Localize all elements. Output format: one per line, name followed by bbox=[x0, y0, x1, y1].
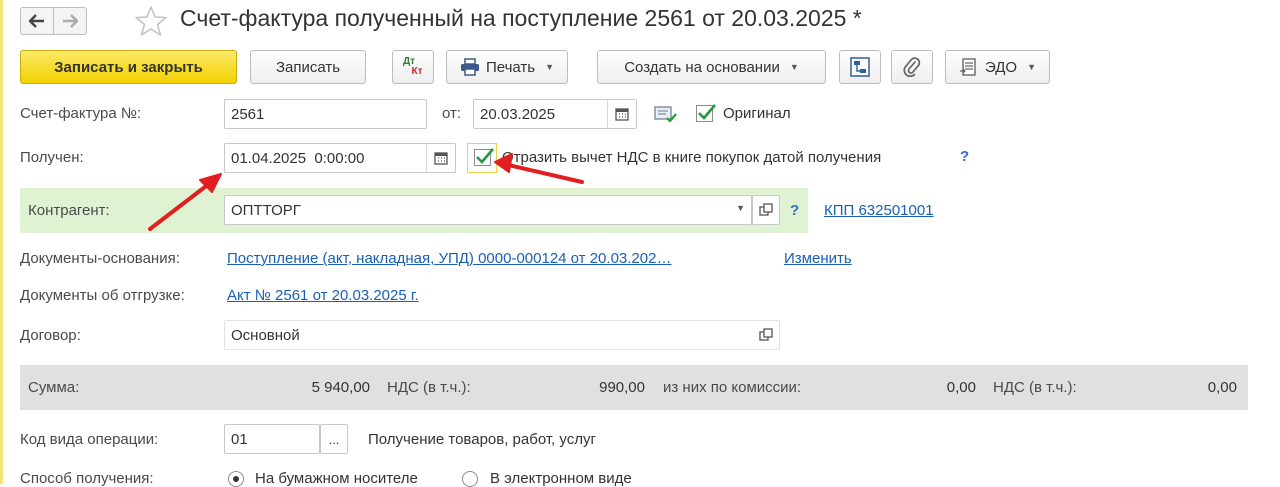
shipment-documents-link[interactable]: Акт № 2561 от 20.03.2025 г. bbox=[227, 287, 419, 304]
base-documents-label: Документы-основания: bbox=[20, 250, 180, 267]
received-datetime-value: 01.04.2025 0:00:00 bbox=[231, 149, 365, 167]
kpp-link[interactable]: КПП 632501001 bbox=[824, 202, 934, 219]
print-label: Печать bbox=[485, 58, 536, 76]
receipt-paper-radio[interactable] bbox=[228, 471, 244, 487]
printer-icon bbox=[460, 58, 479, 76]
edo-button[interactable]: ЭДО ▼ bbox=[945, 50, 1050, 84]
base-documents-link[interactable]: Поступление (акт, накладная, УПД) 0000-0… bbox=[227, 250, 671, 267]
save-label: Записать bbox=[275, 58, 341, 76]
attach-button[interactable] bbox=[891, 50, 933, 84]
contract-value: Основной bbox=[231, 326, 300, 344]
sum-value: 5 940,00 bbox=[311, 379, 370, 396]
counterparty-help[interactable]: ? bbox=[790, 202, 799, 219]
counterparty-value: ОПТТОРГ bbox=[231, 201, 301, 219]
arrow-left-icon bbox=[29, 14, 44, 28]
operation-code-value: 01 bbox=[231, 430, 248, 448]
original-label: Оригинал bbox=[723, 105, 791, 122]
chevron-down-icon: ▼ bbox=[545, 62, 555, 72]
receipt-paper-label: На бумажном носителе bbox=[255, 470, 418, 487]
save-and-close-label: Записать и закрыть bbox=[54, 58, 203, 76]
chevron-down-icon: ▼ bbox=[1027, 62, 1037, 72]
calendar-icon[interactable] bbox=[426, 144, 455, 172]
calendar-icon[interactable] bbox=[607, 100, 636, 128]
vat-deduction-help[interactable]: ? bbox=[960, 148, 969, 165]
invoice-number-label: Счет-фактура №: bbox=[20, 105, 142, 122]
chevron-down-icon: ▼ bbox=[789, 62, 799, 72]
invoice-date-label: от: bbox=[442, 105, 462, 122]
commission-value: 0,00 bbox=[946, 379, 976, 396]
edo-label: ЭДО bbox=[984, 58, 1018, 76]
vat-deduction-label: Отразить вычет НДС в книге покупок датой… bbox=[502, 149, 882, 166]
window-edge bbox=[0, 0, 3, 484]
save-button[interactable]: Записать bbox=[250, 50, 366, 84]
chevron-down-icon[interactable]: ▼ bbox=[736, 203, 745, 213]
operation-code-label: Код вида операции: bbox=[20, 431, 159, 448]
dtkt-bottom-label: Кт bbox=[411, 66, 423, 77]
invoice-date-input[interactable]: 20.03.2025 bbox=[473, 99, 637, 129]
ellipsis-icon: ... bbox=[328, 431, 340, 447]
invoice-number-input[interactable]: 2561 bbox=[224, 99, 427, 129]
open-form-icon bbox=[759, 203, 773, 216]
document-exchange-icon bbox=[959, 58, 976, 76]
receipt-electronic-label: В электронном виде bbox=[490, 470, 632, 487]
forward-button[interactable] bbox=[53, 7, 87, 35]
receipt-method-label: Способ получения: bbox=[20, 470, 154, 487]
vat-deduction-checkbox[interactable] bbox=[474, 148, 494, 166]
dtkt-button[interactable]: Дт Кт bbox=[392, 50, 434, 84]
document-status-icon[interactable] bbox=[654, 104, 678, 128]
received-label: Получен: bbox=[20, 149, 84, 166]
operation-code-select-button[interactable]: ... bbox=[320, 424, 348, 454]
structure-icon bbox=[850, 57, 870, 77]
create-based-on-button[interactable]: Создать на основании ▼ bbox=[597, 50, 826, 84]
create-based-on-label: Создать на основании bbox=[624, 58, 780, 76]
change-base-documents-link[interactable]: Изменить bbox=[784, 250, 852, 267]
commission-label: из них по комиссии: bbox=[663, 379, 802, 396]
back-button[interactable] bbox=[20, 7, 54, 35]
commission-vat-label: НДС (в т.ч.): bbox=[993, 379, 1077, 396]
favorite-button[interactable] bbox=[134, 4, 168, 42]
operation-code-input[interactable]: 01 bbox=[224, 424, 320, 454]
operation-code-description: Получение товаров, работ, услуг bbox=[368, 431, 596, 448]
commission-vat-value: 0,00 bbox=[1207, 379, 1237, 396]
paperclip-icon bbox=[903, 57, 921, 77]
counterparty-input[interactable]: ОПТТОРГ ▼ bbox=[224, 195, 752, 225]
counterparty-label: Контрагент: bbox=[28, 202, 110, 219]
contract-label: Договор: bbox=[20, 327, 81, 344]
print-button[interactable]: Печать ▼ bbox=[446, 50, 568, 84]
sum-label: Сумма: bbox=[28, 379, 80, 396]
structure-button[interactable] bbox=[839, 50, 881, 84]
open-form-icon[interactable] bbox=[759, 328, 773, 346]
arrow-right-icon bbox=[63, 14, 78, 28]
received-datetime-input[interactable]: 01.04.2025 0:00:00 bbox=[224, 143, 456, 173]
contract-field[interactable]: Основной bbox=[224, 320, 780, 350]
shipment-documents-label: Документы об отгрузке: bbox=[20, 287, 185, 304]
invoice-number-value: 2561 bbox=[231, 105, 265, 123]
page-title: Счет-фактура полученный на поступление 2… bbox=[180, 5, 862, 31]
receipt-electronic-radio[interactable] bbox=[462, 471, 478, 487]
save-and-close-button[interactable]: Записать и закрыть bbox=[20, 50, 237, 84]
vat-label: НДС (в т.ч.): bbox=[387, 379, 471, 396]
star-icon bbox=[135, 6, 167, 36]
invoice-date-value: 20.03.2025 bbox=[480, 105, 556, 123]
counterparty-open-button[interactable] bbox=[752, 195, 780, 225]
vat-value: 990,00 bbox=[599, 379, 645, 396]
original-checkbox[interactable] bbox=[696, 104, 716, 122]
